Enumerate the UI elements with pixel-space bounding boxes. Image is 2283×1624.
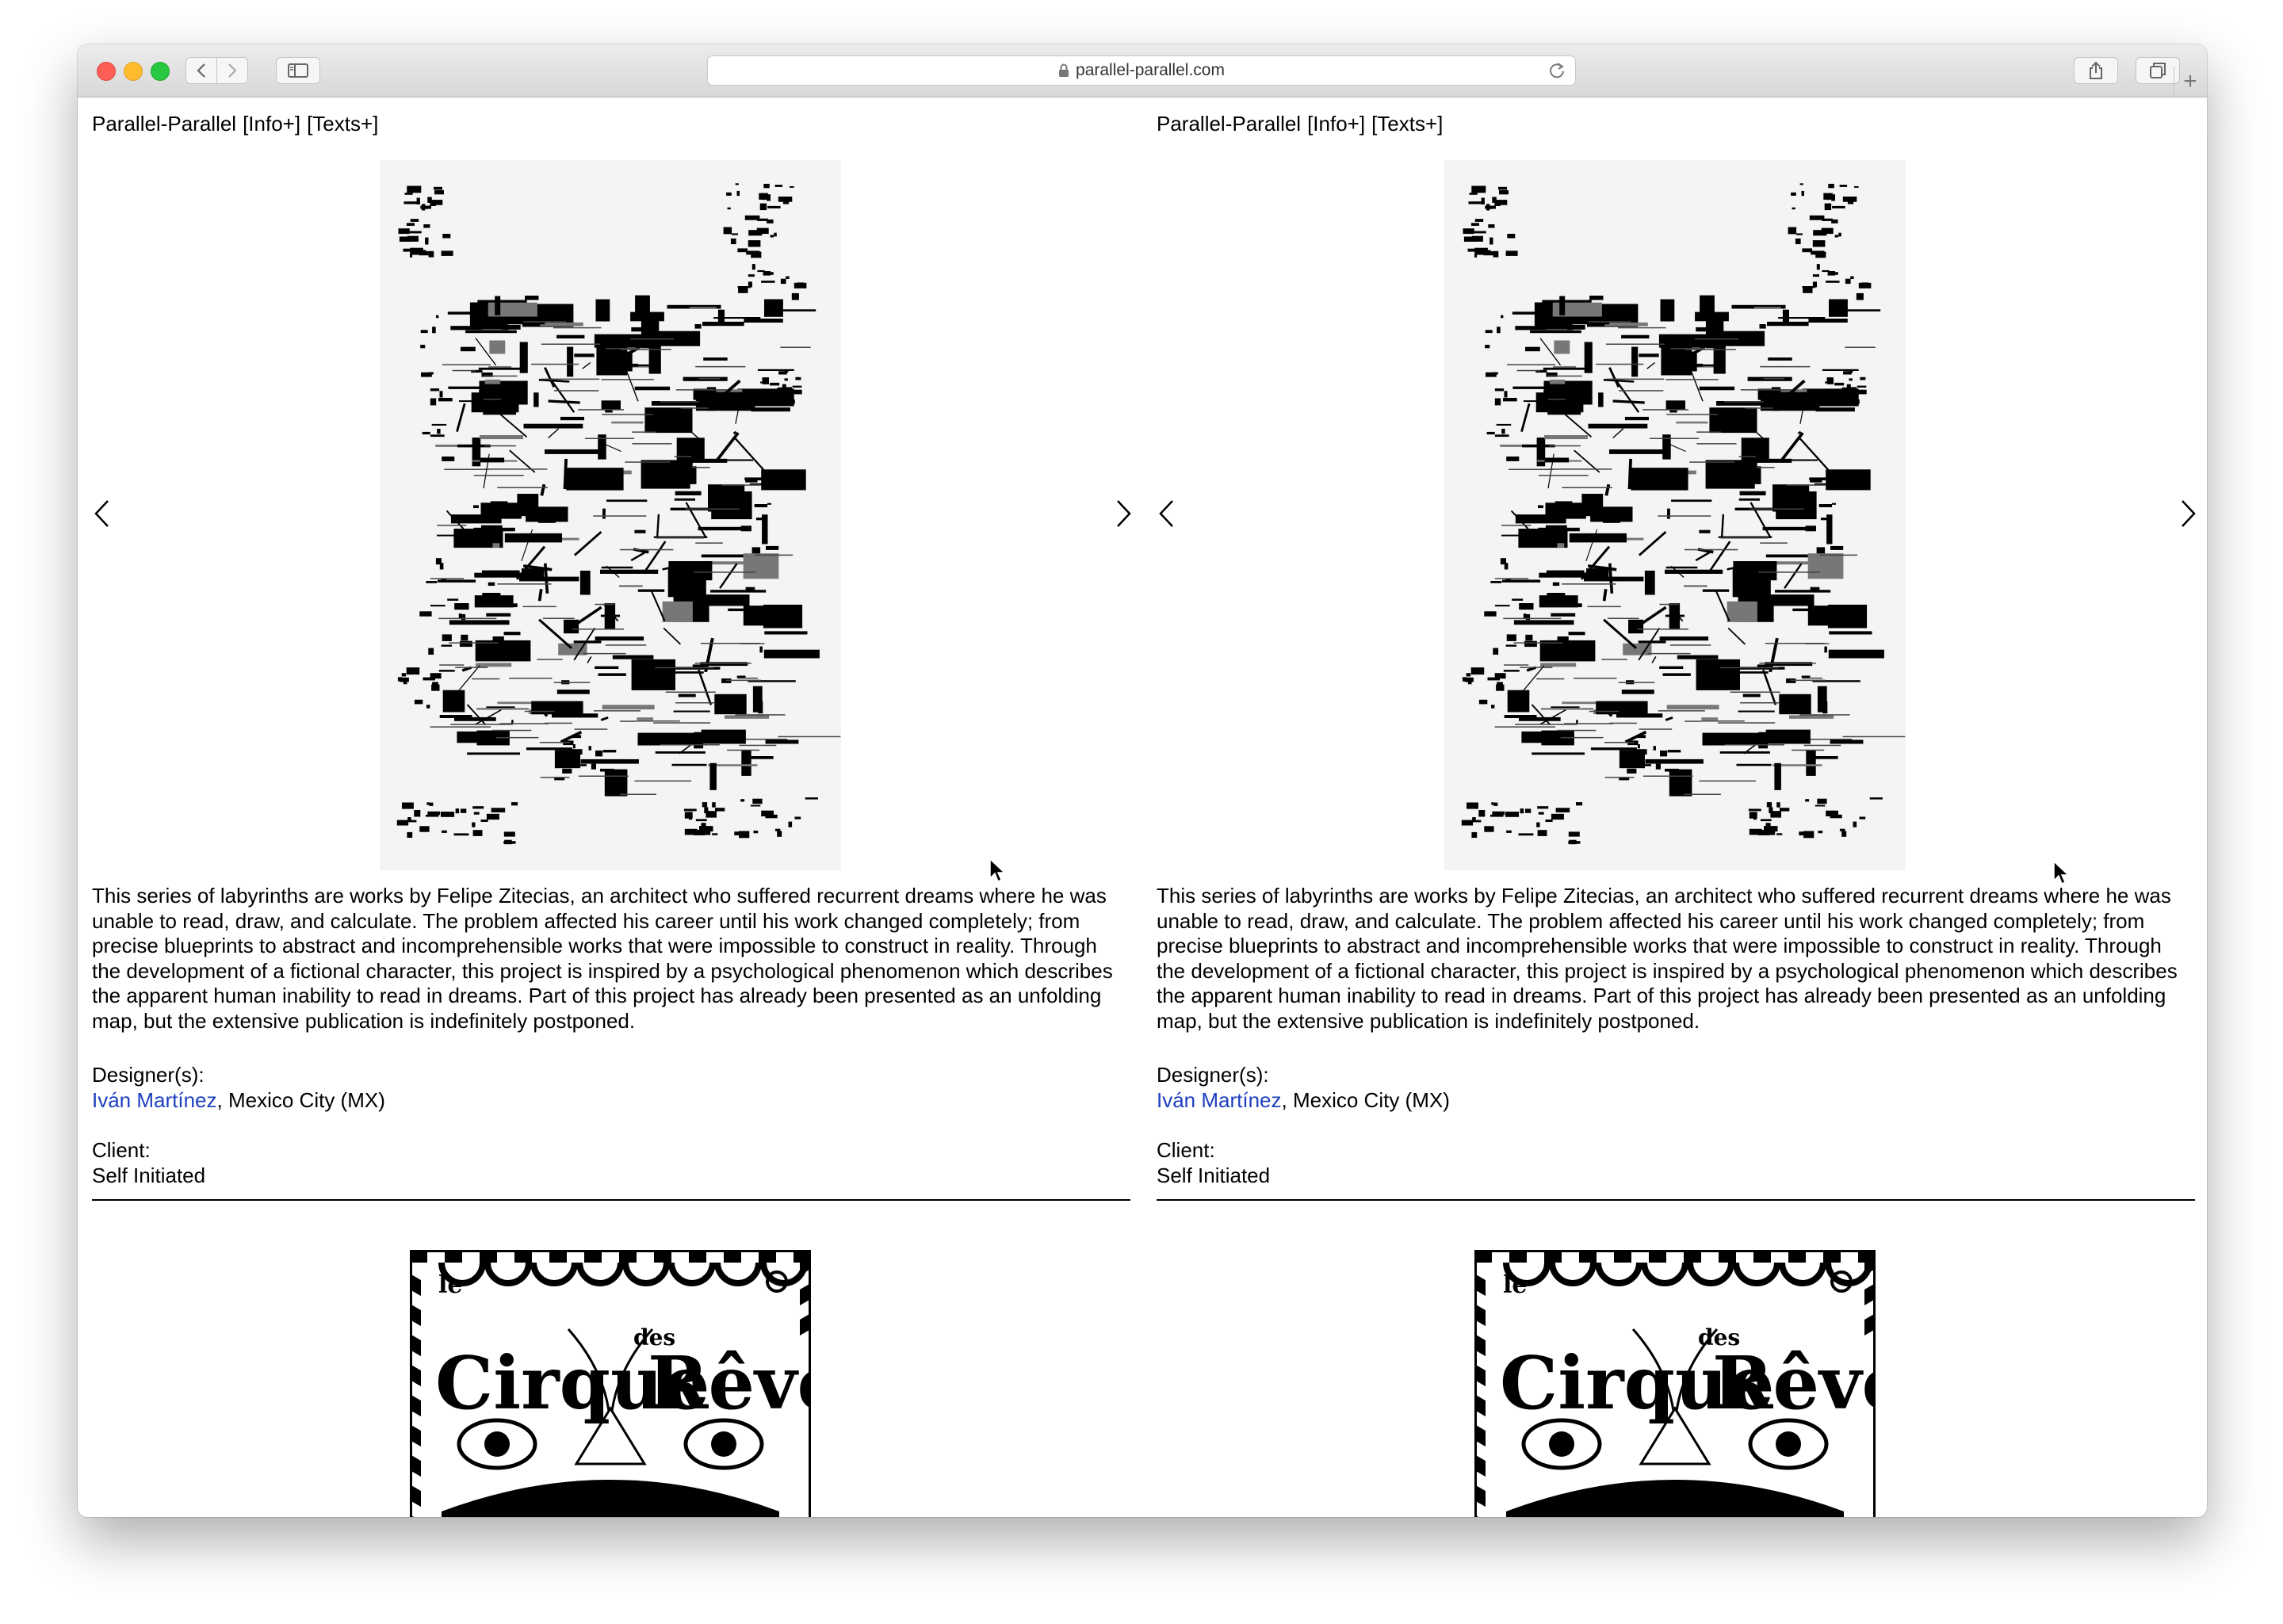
project-divider	[92, 1199, 1130, 1201]
chevron-right-icon	[228, 63, 237, 78]
browser-window: parallel-parallel.com + Parallel-Paralle…	[78, 44, 2207, 1517]
mouse-cursor-icon	[989, 858, 1006, 883]
project-description: This series of labyrinths are works by F…	[92, 884, 1113, 1033]
client-label: Client:	[92, 1138, 151, 1162]
site-header: Parallel-Parallel [Info+] [Texts+]	[1157, 112, 1449, 136]
back-button[interactable]	[185, 57, 217, 84]
labyrinth-artwork	[396, 183, 841, 845]
share-button[interactable]	[2074, 57, 2118, 84]
poster-text-le: le	[1503, 1271, 1527, 1299]
lock-icon	[1059, 63, 1069, 77]
designer-value: Iván Martínez, Mexico City (MX)	[1157, 1088, 1450, 1113]
client-value: Self Initiated	[92, 1164, 206, 1187]
texts-link[interactable]: [Texts+]	[307, 112, 378, 136]
page-column-right: Parallel-Parallel [Info+] [Texts+] This se…	[1157, 97, 2198, 1517]
next-project-poster-image[interactable]: leCirquedesRêveTHE	[1474, 1250, 1876, 1517]
reload-icon[interactable]	[1548, 62, 1566, 79]
next-image-arrow-icon[interactable]	[2178, 498, 2198, 529]
site-header: Parallel-Parallel [Info+] [Texts+]	[92, 112, 384, 136]
share-icon	[2090, 61, 2102, 79]
chevron-left-icon	[197, 63, 205, 78]
mouse-cursor-icon	[2053, 860, 2070, 885]
designer-label: Designer(s):	[1157, 1063, 1269, 1087]
poster-text-the: THE	[1609, 1508, 1746, 1517]
page-column-left: Parallel-Parallel [Info+] [Texts+] This se…	[92, 97, 1131, 1517]
designer-value: Iván Martínez, Mexico City (MX)	[92, 1088, 385, 1113]
site-name-link[interactable]: Parallel-Parallel	[1157, 112, 1301, 136]
previous-image-arrow-icon[interactable]	[1157, 498, 1177, 529]
browser-toolbar: parallel-parallel.com +	[78, 44, 2207, 97]
new-tab-button[interactable]: +	[2174, 67, 2206, 97]
next-image-arrow-icon[interactable]	[1113, 498, 1134, 529]
client-label: Client:	[1157, 1138, 1215, 1162]
project-description: This series of labyrinths are works by F…	[1157, 884, 2178, 1033]
poster-text-reve: Rêve	[1712, 1340, 1876, 1426]
designer-link[interactable]: Iván Martínez	[92, 1088, 217, 1112]
site-name-link[interactable]: Parallel-Parallel	[92, 112, 236, 136]
info-link[interactable]: [Info+]	[243, 112, 300, 136]
designer-label: Designer(s):	[92, 1063, 205, 1087]
close-window-button[interactable]	[97, 62, 116, 81]
poster-text-the: THE	[545, 1508, 681, 1517]
maximize-window-button[interactable]	[151, 62, 170, 81]
designer-location: , Mexico City (MX)	[1281, 1088, 1450, 1112]
page-viewport: Parallel-Parallel [Info+] [Texts+] This se…	[78, 97, 2207, 1517]
texts-link[interactable]: [Texts+]	[1371, 112, 1443, 136]
designer-link[interactable]: Iván Martínez	[1157, 1088, 1282, 1112]
url-text: parallel-parallel.com	[1076, 61, 1225, 79]
info-link[interactable]: [Info+]	[1307, 112, 1365, 136]
labyrinth-artwork	[1461, 183, 1906, 845]
poster-text-le: le	[438, 1271, 462, 1299]
previous-image-arrow-icon[interactable]	[92, 498, 113, 529]
address-bar[interactable]: parallel-parallel.com	[707, 55, 1576, 86]
next-project-poster-image[interactable]: leCirquedesRêveTHE	[410, 1250, 811, 1517]
cirque-poster-artwork: leCirquedesRêveTHE	[1474, 1250, 1876, 1517]
project-poster-image[interactable]	[380, 160, 841, 870]
forward-button[interactable]	[216, 57, 248, 84]
project-divider	[1157, 1199, 2195, 1201]
client-value: Self Initiated	[1157, 1164, 1271, 1187]
poster-text-reve: Rêve	[648, 1340, 811, 1426]
project-poster-image[interactable]	[1444, 160, 1906, 870]
designer-location: , Mexico City (MX)	[216, 1088, 385, 1112]
minimize-window-button[interactable]	[124, 62, 143, 81]
sidebar-toggle-button[interactable]	[276, 57, 320, 84]
tabs-icon	[2150, 63, 2166, 78]
sidebar-icon	[288, 63, 308, 78]
cirque-poster-artwork: leCirquedesRêveTHE	[410, 1250, 811, 1517]
